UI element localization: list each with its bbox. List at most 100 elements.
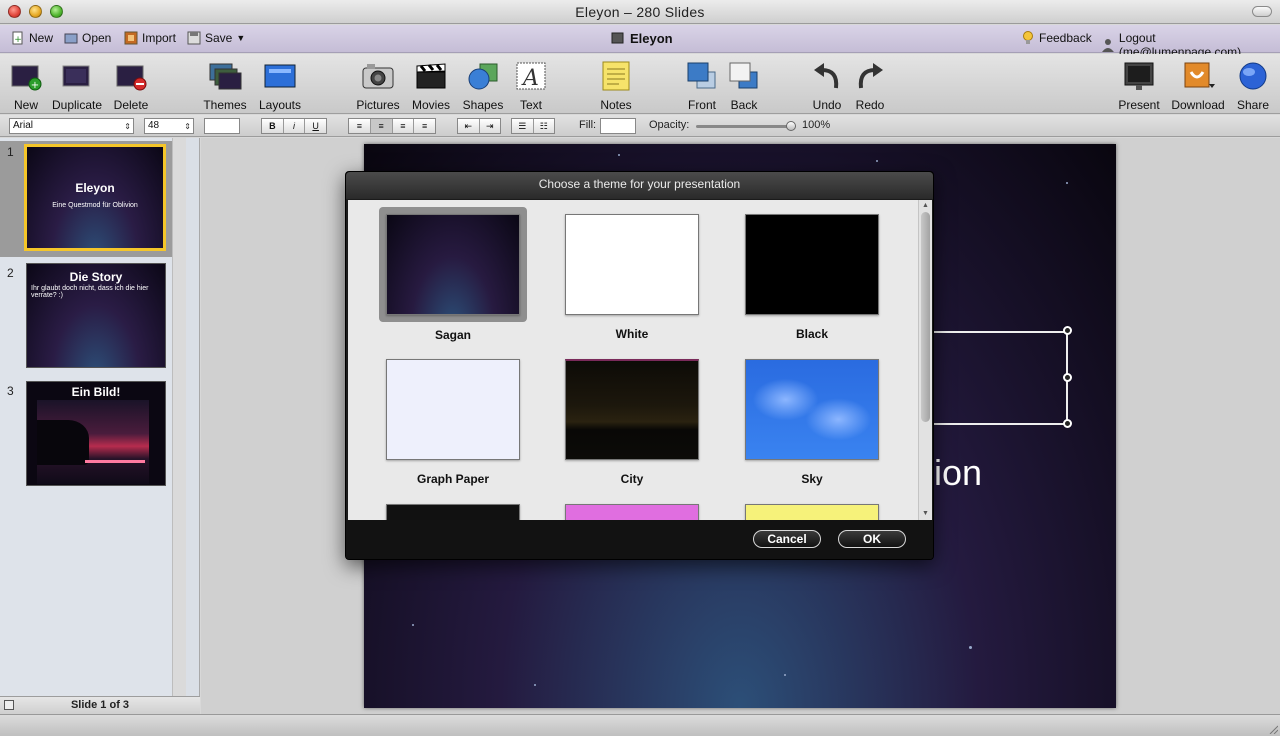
theme-option-graph-paper[interactable]: Graph Paper <box>378 359 528 486</box>
notes-button[interactable]: Notes <box>587 58 645 112</box>
delete-slide-label: Delete <box>113 98 149 112</box>
themes-icon <box>209 63 242 90</box>
opacity-slider-knob[interactable] <box>786 121 796 131</box>
font-family-select[interactable]: Arial ⇕ <box>9 118 134 134</box>
delete-slide-icon <box>116 65 147 91</box>
text-box-icon: A <box>516 62 546 91</box>
notes-label: Notes <box>600 98 632 112</box>
align-center-icon[interactable]: ≡ <box>370 119 393 133</box>
dialog-title: Choose a theme for your presentation <box>346 172 933 199</box>
text-color-well[interactable] <box>204 118 240 134</box>
slide-thumbnail-list: 1 Eleyon Eine Questmod für Oblivion 2 Di… <box>0 138 186 696</box>
theme-option-row3-3[interactable] <box>737 504 887 520</box>
theme-option-city[interactable]: City <box>557 359 707 486</box>
text-selection-box[interactable] <box>934 331 1068 425</box>
font-size-select[interactable]: 48 ⇕ <box>144 118 194 134</box>
theme-preview-white <box>565 214 699 315</box>
slide-thumb-title: Die Story <box>69 270 123 284</box>
open-menu-item[interactable]: Open <box>64 31 111 45</box>
ok-button[interactable]: OK <box>838 530 906 548</box>
pictures-button[interactable]: Pictures <box>349 58 407 112</box>
opacity-slider[interactable] <box>696 121 796 131</box>
undo-arrow-icon <box>814 63 839 89</box>
share-button[interactable]: Share <box>1224 58 1280 112</box>
movies-button[interactable]: Movies <box>402 58 460 112</box>
align-right-icon[interactable]: ≡ <box>393 119 415 133</box>
indent-group: ⇤ ⇥ <box>457 118 501 134</box>
bring-front-icon <box>687 62 716 89</box>
scrollbar-thumb[interactable] <box>921 212 930 422</box>
themes-button[interactable]: Themes <box>196 58 254 112</box>
resize-handle[interactable] <box>1063 326 1072 335</box>
layouts-button[interactable]: Layouts <box>251 58 309 112</box>
svg-text:A: A <box>521 66 539 91</box>
slide-thumbnail-1[interactable]: Eleyon Eine Questmod für Oblivion <box>24 144 166 251</box>
window-title: Eleyon – 280 Slides <box>575 4 705 20</box>
theme-chooser-dialog: Choose a theme for your presentation Sag… <box>345 171 934 560</box>
theme-preview-black <box>745 214 879 315</box>
scroll-down-icon[interactable]: ▼ <box>919 508 932 520</box>
import-menu-item[interactable]: Import <box>124 31 176 45</box>
slide-thumbnail-2[interactable]: Die Story Ihr glaubt doch nicht, dass ic… <box>26 263 166 368</box>
cancel-button[interactable]: Cancel <box>753 530 821 548</box>
slide-number: 1 <box>7 145 14 159</box>
camera-icon <box>362 64 394 89</box>
redo-button[interactable]: Redo <box>841 58 899 112</box>
theme-option-black[interactable]: Black <box>737 214 887 341</box>
layouts-icon <box>264 64 296 88</box>
slide-subtitle-text[interactable]: ion <box>934 452 982 494</box>
theme-list-scrollbar[interactable]: ▲ ▼ <box>918 200 932 520</box>
bullet-list-icon[interactable]: ☰ <box>512 119 534 133</box>
folder-icon <box>64 33 78 44</box>
slide-navigator: 1 Eleyon Eine Questmod für Oblivion 2 Di… <box>0 138 200 714</box>
resize-handle[interactable] <box>1063 373 1072 382</box>
new-menu-item[interactable]: + New <box>11 31 53 45</box>
resize-handle[interactable] <box>1063 419 1072 428</box>
lightbulb-icon <box>1023 31 1033 44</box>
indent-icon[interactable]: ⇥ <box>480 119 501 133</box>
scroll-up-icon[interactable]: ▲ <box>919 200 932 212</box>
delete-slide-button[interactable]: Delete <box>102 58 160 112</box>
slide-counter: Slide 1 of 3 <box>70 699 130 711</box>
theme-option-white[interactable]: White <box>557 214 707 341</box>
theme-option-sky[interactable]: Sky <box>737 359 887 486</box>
present-label: Present <box>1118 98 1160 112</box>
toolbar-toggle-button[interactable] <box>1252 6 1272 17</box>
send-back-button[interactable]: Back <box>715 58 773 112</box>
text-button[interactable]: A Text <box>502 58 560 112</box>
fill-label: Fill: <box>579 119 597 131</box>
format-bar: Arial ⇕ 48 ⇕ B i U ≡ ≡ ≡ ≡ ⇤ ⇥ ☰ ☷ Fill: O… <box>0 115 1280 137</box>
movies-label: Movies <box>411 98 450 112</box>
theme-option-sagan[interactable]: Sagan <box>378 207 528 342</box>
align-justify-icon[interactable]: ≡ <box>414 119 435 133</box>
theme-option-row3-1[interactable] <box>378 504 528 520</box>
theme-option-row3-2[interactable] <box>557 504 707 520</box>
fill-color-well[interactable] <box>600 118 636 134</box>
svg-text:+: + <box>14 35 22 45</box>
download-button[interactable]: Download <box>1169 58 1227 112</box>
bold-button[interactable]: B <box>262 119 284 133</box>
resize-grip-icon[interactable] <box>1268 724 1278 734</box>
new-slide-button[interactable]: + New <box>0 58 55 112</box>
align-left-icon[interactable]: ≡ <box>349 119 371 133</box>
new-slide-label: New <box>13 98 38 112</box>
thumbnail-scrollbar[interactable] <box>172 138 186 696</box>
new-document-icon: + <box>12 31 23 45</box>
italic-button[interactable]: i <box>284 119 306 133</box>
themes-label: Themes <box>203 98 247 112</box>
slide-thumb-row-1[interactable]: 1 Eleyon Eine Questmod für Oblivion <box>0 141 186 257</box>
presentation-icon <box>611 32 624 44</box>
theme-grid: Sagan White Black Graph Paper City Sky ▲… <box>348 200 932 520</box>
slide-thumbnail-3[interactable]: Ein Bild! <box>26 381 166 486</box>
duplicate-slide-button[interactable]: Duplicate <box>48 58 106 112</box>
underline-button[interactable]: U <box>305 119 326 133</box>
document-title: Eleyon <box>611 31 673 46</box>
redo-label: Redo <box>855 98 885 112</box>
feedback-link[interactable]: Feedback <box>1021 31 1092 45</box>
dialog-footer: Cancel OK <box>346 520 933 559</box>
outdent-icon[interactable]: ⇤ <box>458 119 480 133</box>
numbered-list-icon[interactable]: ☷ <box>534 119 555 133</box>
present-button[interactable]: Present <box>1110 58 1168 112</box>
save-menu-item[interactable]: Save ▼ <box>187 31 245 45</box>
slide-number: 2 <box>7 266 14 280</box>
